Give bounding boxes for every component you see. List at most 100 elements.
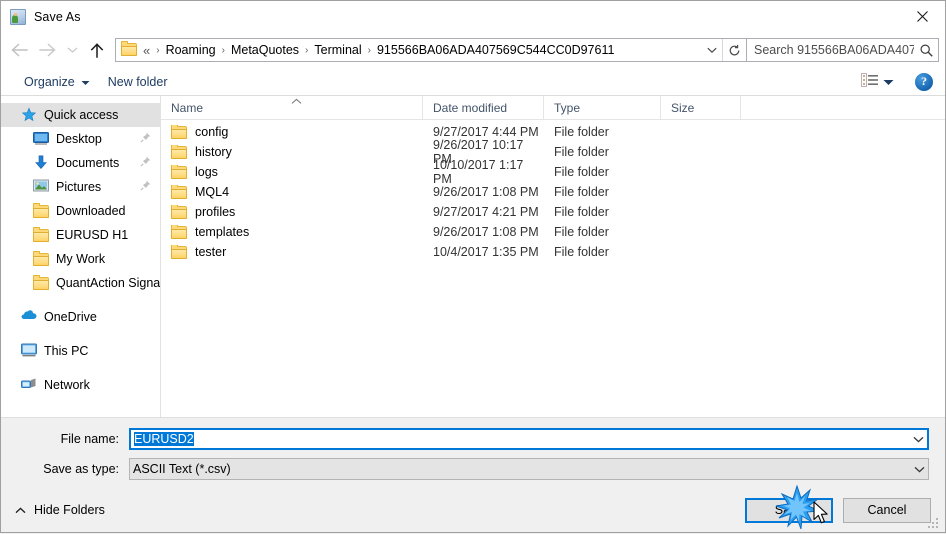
file-list-pane: Name Date modified Type Size config 9/27…	[161, 96, 945, 417]
chevron-down-icon[interactable]	[909, 436, 927, 443]
sidebar-item-label: OneDrive	[44, 310, 97, 324]
pin-icon	[140, 156, 151, 170]
breadcrumb-item-1[interactable]: Roaming	[163, 41, 219, 59]
address-bar[interactable]: « › Roaming › MetaQuotes › Terminal › 91…	[115, 38, 747, 62]
table-row[interactable]: tester 10/4/2017 1:35 PM File folder	[161, 242, 945, 262]
sidebar-item-onedrive[interactable]: OneDrive	[1, 305, 160, 329]
network-icon	[21, 377, 37, 393]
file-name: logs	[195, 165, 218, 179]
sidebar-item-label: Documents	[56, 156, 120, 170]
column-header-size[interactable]: Size	[661, 96, 741, 119]
sort-ascending-icon	[291, 94, 302, 108]
save-as-type-row: Save as type: ASCII Text (*.csv)	[17, 458, 929, 480]
table-row[interactable]: config 9/27/2017 4:44 PM File folder	[161, 122, 945, 142]
star-icon	[21, 107, 37, 123]
forward-button[interactable]	[33, 36, 61, 64]
table-row[interactable]: templates 9/26/2017 1:08 PM File folder	[161, 222, 945, 242]
sidebar-item-label: Pictures	[56, 180, 102, 194]
breadcrumb-item-4[interactable]: 915566BA06ADA407569C544CC0D97611	[374, 41, 617, 59]
folder-icon	[33, 227, 49, 243]
save-button[interactable]: Save	[745, 497, 833, 523]
hide-folders-button[interactable]: Hide Folders	[11, 500, 109, 520]
sidebar-item-pictures[interactable]: Pictures	[1, 175, 160, 199]
file-name: templates	[195, 225, 250, 239]
onedrive-icon	[21, 309, 37, 325]
search-input[interactable]: Search 915566BA06ADA40756...	[747, 43, 914, 57]
search-icon[interactable]	[914, 43, 938, 57]
breadcrumb-separator: ›	[367, 44, 371, 56]
file-name: config	[195, 125, 229, 139]
breadcrumb-item-2[interactable]: MetaQuotes	[228, 41, 302, 59]
column-header-filler	[741, 96, 945, 119]
save-as-type-combo[interactable]: ASCII Text (*.csv)	[129, 458, 929, 480]
table-row[interactable]: history 9/26/2017 10:17 PM File folder	[161, 138, 945, 166]
dialog-footer: Hide Folders Save Cancel	[1, 488, 945, 532]
file-date: 10/10/2017 1:17 PM	[433, 158, 524, 186]
file-name-value: EURUSD2	[134, 432, 194, 446]
new-folder-button[interactable]: New folder	[99, 72, 177, 92]
file-name-cell: logs	[161, 165, 423, 179]
sidebar-item-downloaded[interactable]: Downloaded	[1, 199, 160, 223]
thispc-icon	[21, 343, 37, 359]
sidebar-item-desktop[interactable]: Desktop	[1, 127, 160, 151]
column-header-type[interactable]: Type	[544, 96, 661, 119]
file-name-combo[interactable]: EURUSD2	[129, 428, 929, 450]
sidebar-divider	[1, 295, 160, 305]
chevron-up-icon	[15, 503, 26, 517]
desktop-icon	[33, 131, 49, 147]
sidebar-item-my-work[interactable]: My Work	[1, 247, 160, 271]
resize-grip-icon[interactable]	[928, 516, 941, 529]
column-header-date-modified[interactable]: Date modified	[423, 96, 544, 119]
refresh-icon[interactable]	[722, 39, 746, 61]
sidebar-item-label: This PC	[44, 344, 89, 358]
column-header-name[interactable]: Name	[161, 96, 423, 119]
navigation-bar: « › Roaming › MetaQuotes › Terminal › 91…	[1, 32, 945, 68]
chevron-down-icon[interactable]	[910, 466, 928, 473]
sidebar-item-eurusd-h1[interactable]: EURUSD H1	[1, 223, 160, 247]
file-rows: config 9/27/2017 4:44 PM File folder his…	[161, 120, 945, 417]
sidebar-item-quantaction-signal[interactable]: QuantAction Signal	[1, 271, 160, 295]
chevron-down-icon[interactable]	[702, 39, 722, 61]
sidebar-item-network[interactable]: Network	[1, 373, 160, 397]
up-button[interactable]	[83, 36, 111, 64]
sidebar-item-this-pc[interactable]: This PC	[1, 339, 160, 363]
change-view-button[interactable]	[856, 71, 899, 92]
back-button[interactable]	[5, 36, 33, 64]
table-row[interactable]: MQL4 9/26/2017 1:08 PM File folder	[161, 182, 945, 202]
save-as-app-icon	[10, 8, 26, 25]
file-type: File folder	[554, 125, 609, 139]
sidebar-item-quick-access[interactable]: Quick access	[1, 103, 160, 127]
file-date: 9/27/2017 4:21 PM	[433, 205, 539, 219]
sidebar-item-label: Desktop	[56, 132, 102, 146]
table-row[interactable]: profiles 9/27/2017 4:21 PM File folder	[161, 202, 945, 222]
new-folder-label: New folder	[107, 74, 168, 89]
folder-icon	[171, 185, 187, 199]
cancel-button[interactable]: Cancel	[843, 497, 931, 523]
help-button[interactable]: ?	[915, 72, 933, 91]
breadcrumb-item-3[interactable]: Terminal	[311, 41, 364, 59]
folder-icon	[171, 245, 187, 259]
table-row[interactable]: logs 10/10/2017 1:17 PM File folder	[161, 158, 945, 186]
toolbar-right-group: ?	[856, 71, 939, 92]
file-name-cell: profiles	[161, 205, 423, 219]
breadcrumb-separator: ›	[221, 44, 225, 56]
folder-icon	[33, 275, 49, 291]
chevron-down-icon	[81, 75, 90, 89]
recent-locations-button[interactable]	[61, 36, 83, 64]
organize-button[interactable]: Organize	[15, 72, 99, 92]
folder-icon	[171, 205, 187, 219]
navigation-sidebar: Quick access Desktop Documents Pictures …	[1, 96, 161, 417]
folder-icon	[171, 125, 187, 139]
file-type: File folder	[554, 225, 609, 239]
folder-icon	[171, 165, 187, 179]
file-name-input[interactable]: EURUSD2	[131, 432, 909, 446]
folder-icon	[171, 145, 187, 159]
sidebar-item-documents[interactable]: Documents	[1, 151, 160, 175]
breadcrumb-item-0[interactable]: «	[143, 41, 153, 60]
close-button[interactable]	[899, 1, 945, 31]
documents-icon	[33, 155, 49, 171]
folder-icon	[33, 251, 49, 267]
folder-icon	[171, 225, 187, 239]
column-label: Type	[554, 100, 581, 115]
search-box[interactable]: Search 915566BA06ADA40756...	[747, 38, 939, 62]
